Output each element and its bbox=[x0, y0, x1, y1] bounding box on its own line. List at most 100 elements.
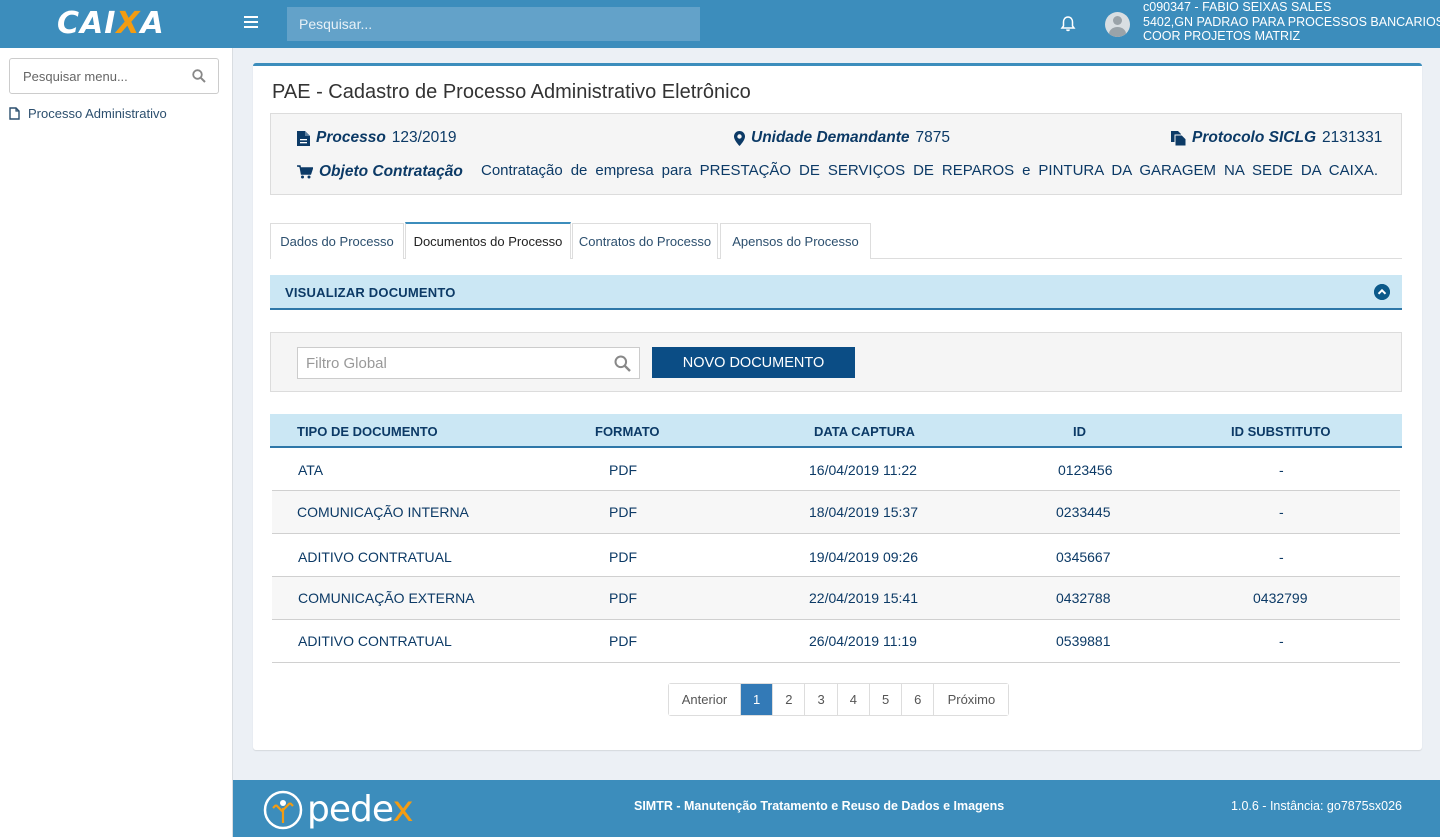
cell-tipo: COMUNICAÇÃO EXTERNA bbox=[298, 590, 475, 606]
cell-id-substituto: - bbox=[1279, 504, 1284, 520]
cell-data-captura: 16/04/2019 11:22 bbox=[809, 462, 917, 478]
pagination-next[interactable]: Próximo bbox=[934, 684, 1009, 715]
unidade-value: 7875 bbox=[915, 129, 950, 146]
shopping-cart-icon bbox=[297, 165, 313, 179]
filter-bar: NOVO DOCUMENTO bbox=[270, 332, 1402, 392]
objeto-label: Objeto Contratação bbox=[319, 163, 463, 180]
visualizar-documento-panel-header[interactable]: VISUALIZAR DOCUMENTO bbox=[270, 275, 1402, 310]
chevron-up-icon[interactable] bbox=[1374, 284, 1390, 300]
processo-info: Processo 123/2019 bbox=[297, 129, 456, 147]
sidebar-item-label: Processo Administrativo bbox=[28, 106, 167, 121]
column-header-id-substituto[interactable]: ID SUBSTITUTO bbox=[1231, 424, 1330, 439]
protocolo-label: Protocolo SICLG bbox=[1192, 129, 1316, 146]
pedex-brand: pedex bbox=[307, 789, 414, 830]
cell-formato: PDF bbox=[609, 633, 637, 649]
table-header: TIPO DE DOCUMENTO FORMATO DATA CAPTURA I… bbox=[270, 414, 1402, 448]
processo-label: Processo bbox=[316, 129, 386, 146]
pagination-page-2[interactable]: 2 bbox=[773, 684, 806, 715]
cell-id-substituto: - bbox=[1279, 633, 1284, 649]
cell-formato: PDF bbox=[609, 549, 637, 565]
pagination-page-4[interactable]: 4 bbox=[837, 684, 870, 715]
tab-apensos-do-processo[interactable]: Apensos do Processo bbox=[720, 223, 871, 259]
global-filter-input[interactable] bbox=[298, 348, 598, 378]
menu-search bbox=[9, 58, 219, 94]
search-icon[interactable] bbox=[614, 355, 631, 372]
pagination: Anterior 1 2 3 4 5 6 Próximo bbox=[668, 683, 1010, 716]
cell-data-captura: 22/04/2019 15:41 bbox=[809, 590, 918, 606]
column-header-formato[interactable]: FORMATO bbox=[595, 424, 660, 439]
pagination-page-5[interactable]: 5 bbox=[869, 684, 903, 715]
column-header-data-captura[interactable]: DATA CAPTURA bbox=[814, 424, 915, 439]
cell-tipo: COMUNICAÇÃO INTERNA bbox=[297, 504, 469, 520]
protocolo-value: 2131331 bbox=[1322, 129, 1383, 146]
cell-data-captura: 19/04/2019 09:26 bbox=[809, 549, 918, 565]
footer-system-name: SIMTR - Manutenção Tratamento e Reuso de… bbox=[634, 799, 1005, 813]
cell-id-substituto: - bbox=[1279, 549, 1284, 565]
processo-value: 123/2019 bbox=[391, 129, 457, 146]
cell-id: 0432788 bbox=[1056, 590, 1111, 606]
pagination-page-3[interactable]: 3 bbox=[805, 684, 838, 715]
top-navbar: CAIXA c090347 - FABIO SEIXAS SALES 5402,… bbox=[0, 0, 1440, 48]
cell-id-substituto: 0432799 bbox=[1253, 590, 1308, 606]
search-icon[interactable] bbox=[192, 69, 206, 83]
cell-data-captura: 26/04/2019 11:19 bbox=[809, 633, 917, 649]
novo-documento-button[interactable]: NOVO DOCUMENTO bbox=[652, 347, 855, 378]
cell-data-captura: 18/04/2019 15:37 bbox=[809, 504, 918, 520]
table-row[interactable]: ADITIVO CONTRATUAL PDF 26/04/2019 11:19 … bbox=[272, 620, 1400, 663]
map-marker-icon bbox=[734, 130, 745, 146]
unidade-label: Unidade Demandante bbox=[751, 129, 910, 146]
column-header-id[interactable]: ID bbox=[1073, 424, 1086, 439]
document-icon bbox=[297, 130, 310, 146]
bell-icon[interactable] bbox=[1060, 15, 1076, 33]
footer: pedex SIMTR - Manutenção Tratamento e Re… bbox=[233, 780, 1440, 837]
tree-icon bbox=[263, 790, 303, 829]
objeto-info: Objeto Contratação bbox=[297, 163, 469, 181]
column-header-tipo[interactable]: TIPO DE DOCUMENTO bbox=[297, 424, 438, 439]
unidade-info: Unidade Demandante 7875 bbox=[734, 129, 950, 147]
tab-documentos-do-processo[interactable]: Documentos do Processo bbox=[405, 222, 571, 259]
cell-formato: PDF bbox=[609, 462, 637, 478]
table-row[interactable]: ATA PDF 16/04/2019 11:22 0123456 - bbox=[272, 449, 1400, 491]
cell-id: 0539881 bbox=[1056, 633, 1111, 649]
user-name: c090347 - FABIO SEIXAS SALES bbox=[1143, 0, 1332, 14]
table-row[interactable]: COMUNICAÇÃO EXTERNA PDF 22/04/2019 15:41… bbox=[272, 577, 1400, 620]
tab-contratos-do-processo[interactable]: Contratos do Processo bbox=[572, 223, 718, 259]
global-search-input[interactable] bbox=[287, 7, 700, 41]
objeto-value: Contratação de empresa para PRESTAÇÃO DE… bbox=[481, 162, 1378, 179]
file-icon bbox=[9, 107, 20, 120]
cell-tipo: ADITIVO CONTRATUAL bbox=[298, 549, 452, 565]
menu-toggle-icon[interactable] bbox=[244, 16, 258, 30]
avatar[interactable] bbox=[1105, 12, 1130, 37]
cell-formato: PDF bbox=[609, 590, 637, 606]
user-role: 5402,GN PADRAO PARA PROCESSOS BANCARIOS bbox=[1143, 14, 1440, 29]
caixa-logo[interactable]: CAIXA bbox=[57, 6, 165, 41]
cell-tipo: ADITIVO CONTRATUAL bbox=[298, 633, 452, 649]
pagination-page-6[interactable]: 6 bbox=[902, 684, 935, 715]
tab-dados-do-processo[interactable]: Dados do Processo bbox=[270, 223, 404, 259]
user-unit: COOR PROJETOS MATRIZ bbox=[1143, 29, 1301, 43]
cell-id-substituto: - bbox=[1279, 462, 1284, 478]
table-row[interactable]: ADITIVO CONTRATUAL PDF 19/04/2019 09:26 … bbox=[272, 534, 1400, 577]
user-info[interactable]: c090347 - FABIO SEIXAS SALES 5402,GN PAD… bbox=[1143, 0, 1440, 44]
pedex-logo: pedex bbox=[263, 789, 414, 830]
sidebar: Processo Administrativo bbox=[0, 48, 233, 837]
pagination-page-1[interactable]: 1 bbox=[741, 684, 774, 715]
cell-id: 0345667 bbox=[1056, 549, 1111, 565]
table-row[interactable]: COMUNICAÇÃO INTERNA PDF 18/04/2019 15:37… bbox=[272, 491, 1400, 534]
pagination-previous[interactable]: Anterior bbox=[669, 684, 741, 715]
sidebar-item-processo-administrativo[interactable]: Processo Administrativo bbox=[9, 106, 167, 121]
main-card: PAE - Cadastro de Processo Administrativ… bbox=[253, 63, 1422, 750]
cell-id: 0123456 bbox=[1058, 462, 1113, 478]
global-filter bbox=[297, 347, 640, 379]
cell-id: 0233445 bbox=[1056, 504, 1111, 520]
cell-formato: PDF bbox=[609, 504, 637, 520]
footer-version: 1.0.6 - Instância: go7875sx026 bbox=[1231, 799, 1402, 813]
protocolo-info: Protocolo SICLG 2131331 bbox=[1171, 129, 1382, 147]
process-tabs: Dados do Processo Documentos do Processo… bbox=[270, 222, 1402, 259]
section-title: VISUALIZAR DOCUMENTO bbox=[285, 285, 456, 300]
page-title: PAE - Cadastro de Processo Administrativ… bbox=[272, 81, 751, 103]
copy-icon bbox=[1171, 130, 1186, 146]
menu-search-input[interactable] bbox=[10, 59, 180, 93]
process-info-box: Processo 123/2019 Unidade Demandante 787… bbox=[270, 113, 1402, 195]
cell-tipo: ATA bbox=[298, 462, 324, 478]
